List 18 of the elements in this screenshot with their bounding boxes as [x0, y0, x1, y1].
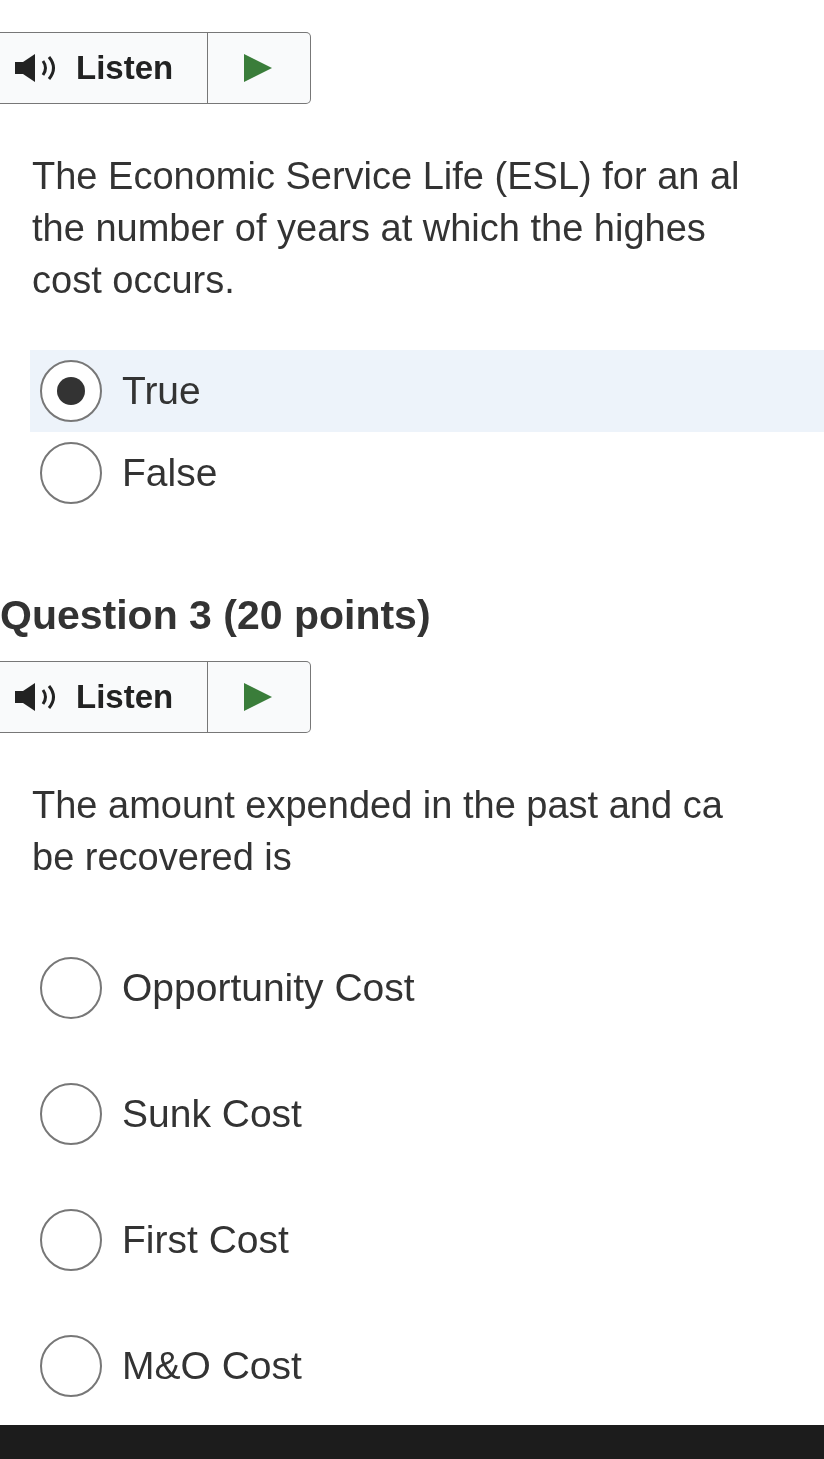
question-text-line: be recovered is	[32, 835, 293, 880]
question-text-line: The Economic Service Life (ESL) for an al	[32, 154, 741, 199]
listen-button[interactable]: Listen	[0, 32, 311, 104]
play-icon[interactable]	[244, 54, 272, 82]
play-icon[interactable]	[244, 683, 272, 711]
answer-option[interactable]: True	[30, 350, 824, 432]
question-heading: Question 3 (20 points)	[0, 592, 432, 639]
answer-option[interactable]: First Cost	[30, 1199, 824, 1281]
question-text-line: the number of years at which the highes	[32, 206, 707, 251]
question-text-line: cost occurs.	[32, 258, 236, 303]
listen-label: Listen	[76, 678, 174, 716]
listen-button[interactable]: Listen	[0, 661, 311, 733]
answer-option[interactable]: Sunk Cost	[30, 1073, 824, 1155]
answer-option[interactable]: M&O Cost	[30, 1325, 824, 1407]
question-text-line: The amount expended in the past and ca	[32, 783, 724, 828]
listen-label: Listen	[76, 49, 174, 87]
answer-option[interactable]: False	[30, 432, 824, 514]
answer-option[interactable]: Opportunity Cost	[30, 947, 824, 1029]
